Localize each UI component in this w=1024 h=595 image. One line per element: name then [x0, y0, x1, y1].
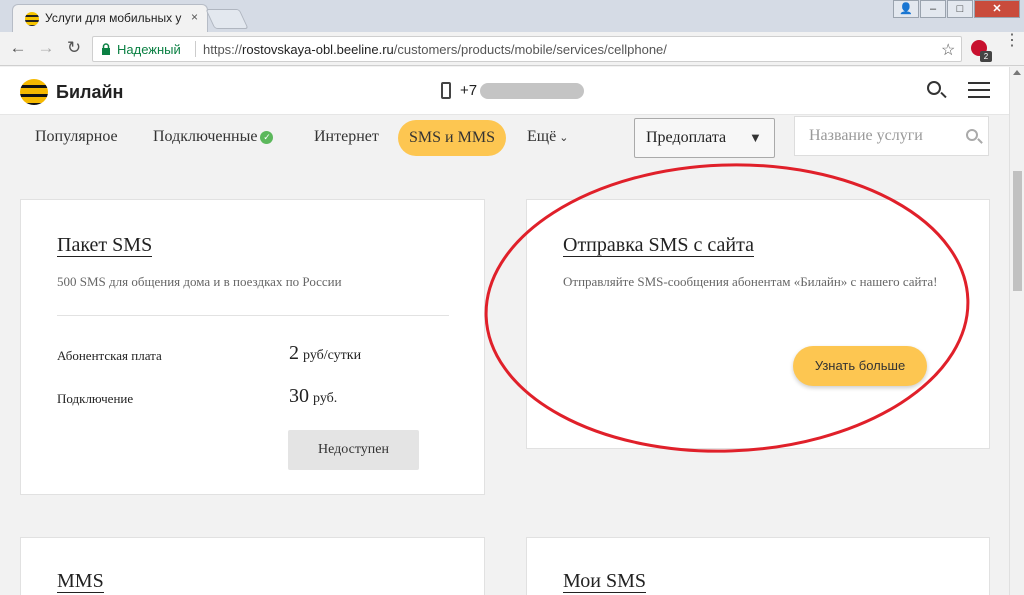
connection-unit: руб.	[313, 391, 338, 406]
tab-internet[interactable]: Интернет	[314, 128, 379, 146]
card-description: 500 SMS для общения дома и в поездках по…	[57, 274, 342, 289]
url-path: /customers/products/mobile/services/cell…	[393, 42, 667, 57]
card-title[interactable]: Пакет SMS	[57, 234, 153, 257]
reload-icon[interactable]: ↻	[64, 38, 84, 58]
url-separator	[195, 41, 196, 57]
connection-amount: 30	[289, 385, 309, 407]
chevron-down-icon: ⌄	[559, 132, 569, 144]
scroll-thumb[interactable]	[1013, 171, 1022, 291]
service-card-mms: MMS	[20, 537, 485, 595]
extension-badge: 2	[980, 51, 992, 62]
connection-value: 30 руб.	[289, 385, 337, 408]
back-arrow-icon[interactable]: ←	[8, 38, 28, 58]
logo-text[interactable]: Билайн	[56, 82, 123, 103]
secure-label: Надежный	[117, 42, 181, 57]
search-icon[interactable]	[927, 81, 941, 95]
url-scheme: https://	[203, 42, 243, 57]
plan-select-value: Предоплата	[646, 129, 727, 146]
fee-amount: 2	[289, 342, 299, 364]
profile-button[interactable]: 👤	[893, 0, 919, 18]
tab-sms-mms[interactable]: SMS и MMS	[398, 120, 506, 156]
minimize-button[interactable]: –	[920, 0, 946, 18]
service-card-my-sms: Мои SMS	[526, 537, 990, 595]
lock-icon	[102, 43, 110, 55]
tab-title: Услуги для мобильных у	[45, 11, 182, 25]
search-icon[interactable]	[966, 129, 978, 141]
hamburger-menu-icon[interactable]	[968, 82, 990, 98]
fee-value: 2 руб/сутки	[289, 342, 361, 365]
check-icon: ✓	[260, 131, 274, 144]
tab-popular[interactable]: Популярное	[35, 128, 118, 146]
address-bar[interactable]: Надежный https://rostovskaya-obl.beeline…	[92, 36, 962, 62]
browser-toolbar: ← → ↻ Надежный https://rostovskaya-obl.b…	[0, 32, 1024, 66]
url-text[interactable]: https://rostovskaya-obl.beeline.ru/custo…	[203, 42, 667, 57]
browser-menu-icon[interactable]: ⋮	[1004, 33, 1020, 49]
tab-more-label: Ещё	[527, 128, 557, 145]
plan-select[interactable]: Предоплата ▼	[634, 118, 775, 158]
url-host: rostovskaya-obl.beeline.ru	[242, 42, 394, 57]
card-title[interactable]: MMS	[57, 570, 104, 593]
browser-tab[interactable]: Услуги для мобильных у ×	[12, 4, 208, 32]
bookmark-star-icon[interactable]: ☆	[941, 40, 955, 60]
chevron-down-icon: ▼	[749, 130, 762, 145]
beeline-logo-icon[interactable]	[20, 79, 48, 105]
new-tab-button[interactable]	[205, 9, 249, 29]
services-subnav: Популярное Подключенные ✓ Интернет SMS и …	[0, 116, 1009, 164]
tab-more[interactable]: Ещё ⌄	[527, 128, 568, 146]
fee-unit: руб/сутки	[303, 348, 362, 363]
site-header: Билайн +7	[0, 67, 1009, 115]
page-scrollbar[interactable]	[1009, 67, 1024, 595]
annotation-ellipse	[484, 163, 970, 453]
forward-arrow-icon[interactable]: →	[36, 38, 56, 58]
tab-connected-label: Подключенные	[153, 128, 258, 145]
service-search-input[interactable]: Название услуги	[794, 116, 989, 156]
close-window-button[interactable]: ✕	[974, 0, 1020, 18]
tab-connected[interactable]: Подключенные ✓	[153, 128, 274, 146]
scroll-up-arrow-icon[interactable]	[1013, 70, 1021, 75]
service-card-sms-pack: Пакет SMS 500 SMS для общения дома и в п…	[20, 199, 485, 495]
beeline-favicon-icon	[25, 12, 39, 26]
phone-number[interactable]: +7	[460, 82, 477, 99]
connection-label: Подключение	[57, 391, 134, 406]
browser-tabstrip: Услуги для мобильных у × 👤 – □ ✕	[0, 0, 1024, 32]
phone-number-redaction	[480, 83, 584, 99]
phone-icon	[441, 82, 451, 99]
maximize-button[interactable]: □	[947, 0, 973, 18]
tab-close-icon[interactable]: ×	[191, 10, 198, 24]
card-title[interactable]: Мои SMS	[563, 570, 647, 593]
card-divider	[57, 315, 449, 316]
unavailable-button[interactable]: Недоступен	[288, 430, 419, 470]
fee-label: Абонентская плата	[57, 348, 162, 363]
